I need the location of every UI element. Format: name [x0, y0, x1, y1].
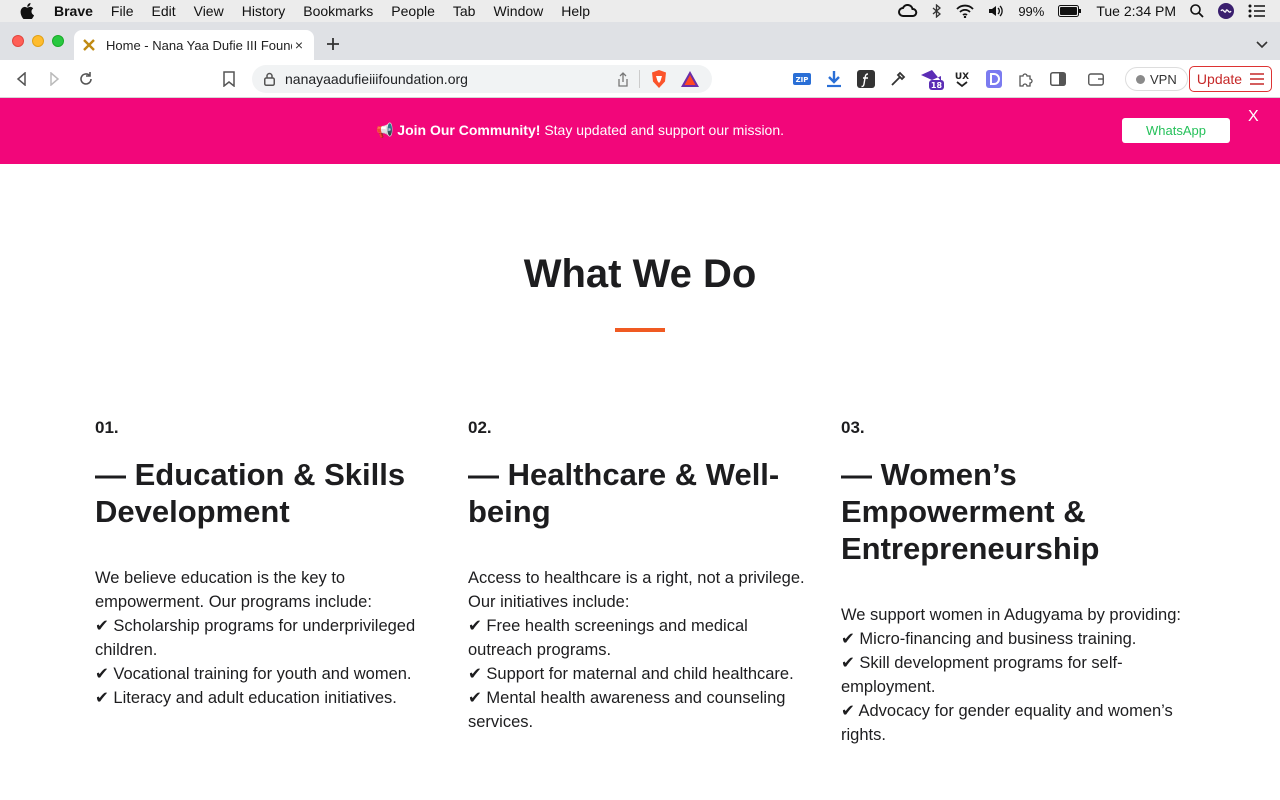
address-bar[interactable]: nanayaadufieiiifoundation.org — [252, 65, 712, 93]
url-text[interactable]: nanayaadufieiiifoundation.org — [285, 71, 617, 87]
menu-window[interactable]: Window — [493, 3, 543, 19]
program-column-women-empowerment: 03. — Women’s Empowerment & Entrepreneur… — [841, 418, 1186, 747]
battery-percent: 99% — [1018, 3, 1045, 19]
program-list: ✔ Micro-financing and business training.… — [841, 627, 1186, 747]
minimize-window-button[interactable] — [32, 35, 44, 47]
program-list: ✔ Free health screenings and medical out… — [468, 614, 813, 734]
program-list-item: ✔ Skill development programs for self-em… — [841, 654, 1123, 696]
browser-toolbar: nanayaadufieiiifoundation.org ZIP 18 UX — [0, 60, 1280, 98]
control-center-icon[interactable] — [1248, 0, 1266, 22]
close-window-button[interactable] — [12, 35, 24, 47]
program-list-item: ✔ Free health screenings and medical out… — [468, 617, 748, 659]
vpn-status-icon — [1136, 74, 1145, 84]
extension-badge-count: 18 — [931, 81, 943, 90]
site-favicon-icon — [82, 38, 96, 52]
menu-bar: Brave File Edit View History Bookmarks P… — [0, 0, 1280, 22]
zoom-window-button[interactable] — [52, 35, 64, 47]
program-column-education: 01. — Education & Skills Development We … — [95, 418, 440, 710]
title-underline — [615, 328, 665, 332]
spotlight-search-icon[interactable] — [1190, 0, 1204, 22]
update-label: Update — [1196, 71, 1243, 87]
menu-history[interactable]: History — [242, 3, 286, 19]
program-intro: We support women in Adugyama by providin… — [841, 606, 1181, 624]
menu-view[interactable]: View — [194, 3, 224, 19]
ux-extension-label: UX — [955, 72, 969, 82]
program-list-item: ✔ Support for maternal and child healthc… — [468, 665, 794, 683]
wifi-icon[interactable] — [956, 0, 974, 22]
extensions-puzzle-icon[interactable] — [1016, 69, 1036, 89]
update-button[interactable]: Update — [1189, 66, 1272, 92]
program-heading: — Education & Skills Development — [95, 457, 406, 529]
new-tab-plus-icon[interactable] — [326, 36, 340, 54]
menu-help[interactable]: Help — [561, 3, 590, 19]
program-number: 02. — [468, 418, 492, 437]
siri-icon[interactable] — [1218, 0, 1234, 22]
program-number: 03. — [841, 418, 865, 437]
tab-close-icon[interactable]: × — [292, 37, 306, 53]
menu-app-name[interactable]: Brave — [54, 3, 93, 19]
apple-icon[interactable] — [20, 3, 36, 19]
banner-close-button[interactable]: X — [1248, 108, 1259, 126]
lock-icon[interactable] — [264, 72, 275, 86]
font-extension-icon[interactable] — [856, 69, 876, 89]
reload-icon[interactable] — [76, 69, 96, 89]
program-number: 01. — [95, 418, 119, 437]
wallet-icon[interactable] — [1086, 69, 1106, 89]
vpn-label: VPN — [1150, 71, 1177, 87]
clock[interactable]: Tue 2:34 PM — [1096, 3, 1176, 19]
menu-people[interactable]: People — [391, 3, 435, 19]
program-list: ✔ Scholarship programs for underprivileg… — [95, 614, 440, 710]
program-column-healthcare: 02. — Healthcare & Well-being Access to … — [468, 418, 813, 734]
program-intro: We believe education is the key to empow… — [95, 569, 372, 611]
volume-icon[interactable] — [988, 0, 1004, 22]
bluetooth-icon[interactable] — [932, 0, 942, 22]
chevron-down-icon[interactable] — [1256, 36, 1268, 54]
battery-icon[interactable] — [1058, 0, 1082, 22]
tab-title: Home - Nana Yaa Dufie III Foundation — [106, 37, 292, 53]
creative-cloud-icon[interactable] — [898, 0, 918, 22]
tab-strip: Home - Nana Yaa Dufie III Foundation × — [0, 22, 1280, 60]
vpn-button[interactable]: VPN — [1125, 67, 1188, 91]
community-banner: 📢 Join Our Community! Stay updated and s… — [0, 98, 1280, 164]
zip-extension-icon[interactable]: ZIP — [792, 69, 812, 89]
bookmark-icon[interactable] — [219, 69, 239, 89]
program-list-item: ✔ Mental health awareness and counseling… — [468, 689, 786, 731]
what-we-do-section: What We Do 01. — Education & Skills Deve… — [0, 164, 1280, 800]
program-list-item: ✔ Advocacy for gender equality and women… — [841, 702, 1173, 744]
program-list-item: ✔ Vocational training for youth and wome… — [95, 665, 412, 683]
sidebar-toggle-icon[interactable] — [1048, 69, 1068, 89]
tab-active[interactable]: Home - Nana Yaa Dufie III Foundation × — [74, 30, 314, 60]
menu-bookmarks[interactable]: Bookmarks — [303, 3, 373, 19]
hamburger-menu-icon — [1250, 73, 1265, 85]
program-list-item: ✔ Scholarship programs for underprivileg… — [95, 617, 416, 659]
section-title: What We Do — [523, 252, 757, 296]
urlbar-divider — [639, 70, 640, 88]
share-icon[interactable] — [617, 71, 629, 87]
menu-file[interactable]: File — [111, 3, 134, 19]
program-heading: — Healthcare & Well-being — [468, 457, 780, 529]
download-extension-icon[interactable] — [824, 69, 844, 89]
program-list-item: ✔ Literacy and adult education initiativ… — [95, 689, 397, 707]
color-picker-icon[interactable] — [888, 69, 908, 89]
window-controls — [12, 35, 64, 47]
back-arrow-icon[interactable] — [12, 69, 32, 89]
forward-arrow-icon[interactable] — [44, 69, 64, 89]
brave-shields-icon[interactable] — [650, 69, 668, 89]
menu-edit[interactable]: Edit — [151, 3, 175, 19]
menu-bar-status: 99% Tue 2:34 PM — [898, 0, 1266, 22]
menu-tab[interactable]: Tab — [453, 3, 476, 19]
brave-rewards-icon[interactable] — [680, 70, 700, 88]
banner-text: Stay updated and support our mission. — [544, 122, 785, 138]
whatsapp-button[interactable]: WhatsApp — [1122, 118, 1230, 143]
banner-heading: Join Our Community! — [397, 122, 541, 138]
d-extension-icon[interactable] — [984, 69, 1004, 89]
program-heading: — Women’s Empowerment & Entrepreneurship — [841, 457, 1100, 566]
graduation-cap-icon[interactable]: 18 — [920, 69, 944, 90]
zip-extension-label: ZIP — [796, 76, 809, 84]
ux-extension-icon[interactable]: UX — [952, 69, 972, 89]
megaphone-icon: 📢 — [375, 122, 394, 138]
program-list-item: ✔ Micro-financing and business training. — [841, 630, 1137, 648]
program-intro: Access to healthcare is a right, not a p… — [468, 569, 805, 611]
banner-message: 📢 Join Our Community! Stay updated and s… — [0, 122, 1160, 139]
